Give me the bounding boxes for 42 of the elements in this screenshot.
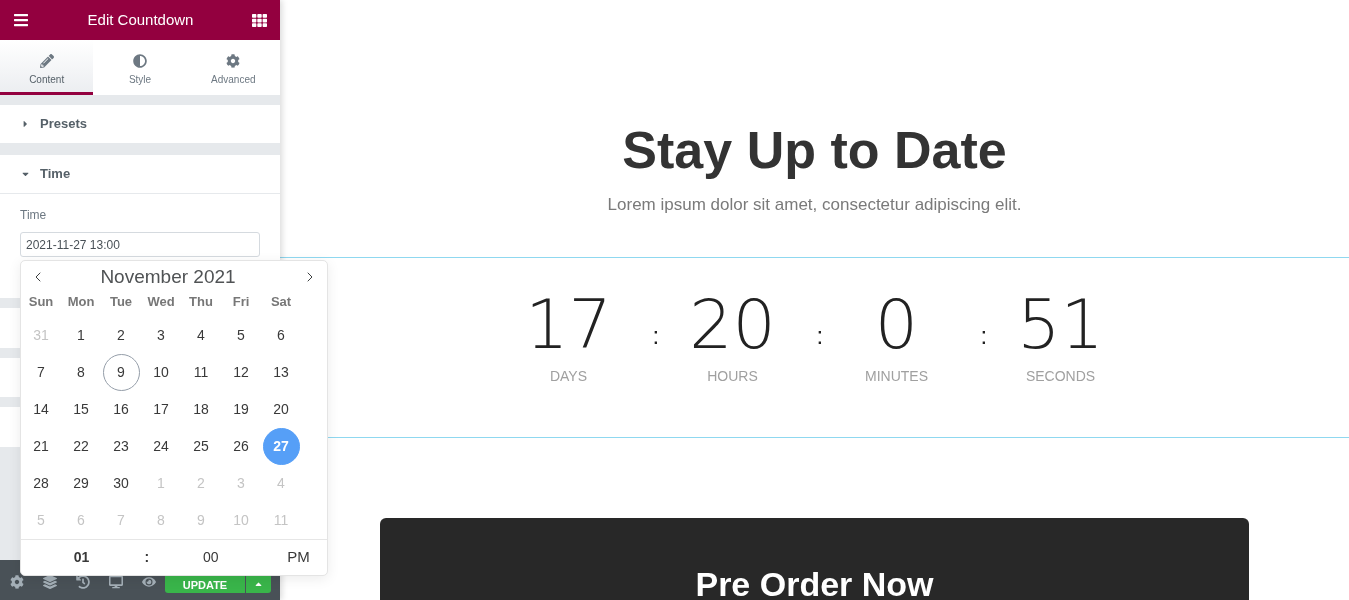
weekday-label: Fri (231, 293, 251, 312)
contrast-icon (133, 53, 147, 68)
countdown-separator: : (816, 324, 824, 348)
section-header[interactable]: Presets (0, 105, 280, 143)
eye-icon[interactable] (141, 574, 156, 589)
countdown-label: MINUTES (865, 367, 928, 386)
page-heading: Stay Up to Date (622, 120, 1007, 181)
section-title: Presets (40, 115, 87, 134)
widgets-grid-icon[interactable] (252, 12, 267, 28)
weekday-label: Sun (27, 293, 55, 312)
section-title: Time (40, 165, 71, 184)
countdown-number: 0 (874, 291, 919, 359)
weekday-label: Thu (188, 293, 214, 312)
countdown-label: SECONDS (1025, 367, 1096, 386)
menu-icon[interactable] (13, 12, 29, 28)
pencil-icon (39, 53, 54, 68)
countdown-label: DAYS (549, 367, 588, 386)
layers-icon[interactable] (42, 574, 57, 589)
countdown-label: HOURS (707, 367, 758, 386)
time-separator: : (143, 548, 151, 567)
ampm-toggle[interactable]: PM (269, 546, 327, 569)
countdown-separator: : (652, 324, 660, 348)
section-header[interactable]: Time (0, 155, 280, 194)
page-subtitle: Lorem ipsum dolor sit amet, consectetur adipiscing elit. (607, 194, 1022, 216)
weekday-label: Sat (269, 293, 293, 312)
countdown-number: 17 (525, 291, 612, 359)
monitor-icon[interactable] (108, 574, 123, 589)
field-label: Time (20, 207, 47, 223)
countdown-number: 51 (1017, 291, 1104, 359)
weekday-label: Mon (66, 293, 96, 312)
countdown-number: 20 (689, 291, 776, 359)
weekday-label: Wed (146, 293, 176, 312)
gear-icon (226, 53, 241, 68)
weekday-label: Tue (108, 293, 134, 312)
panel-title: Edit Countdown (87, 9, 194, 30)
history-icon[interactable] (75, 574, 90, 589)
countdown-separator: : (980, 324, 988, 348)
date-time-input[interactable]: 2021-11-27 13:00 (20, 232, 260, 257)
cta-heading: Pre Order Now (695, 564, 934, 600)
settings-icon[interactable] (9, 574, 24, 589)
month-title: November 2021 (100, 264, 236, 289)
calendar-day[interactable]: 9 (102, 354, 140, 391)
